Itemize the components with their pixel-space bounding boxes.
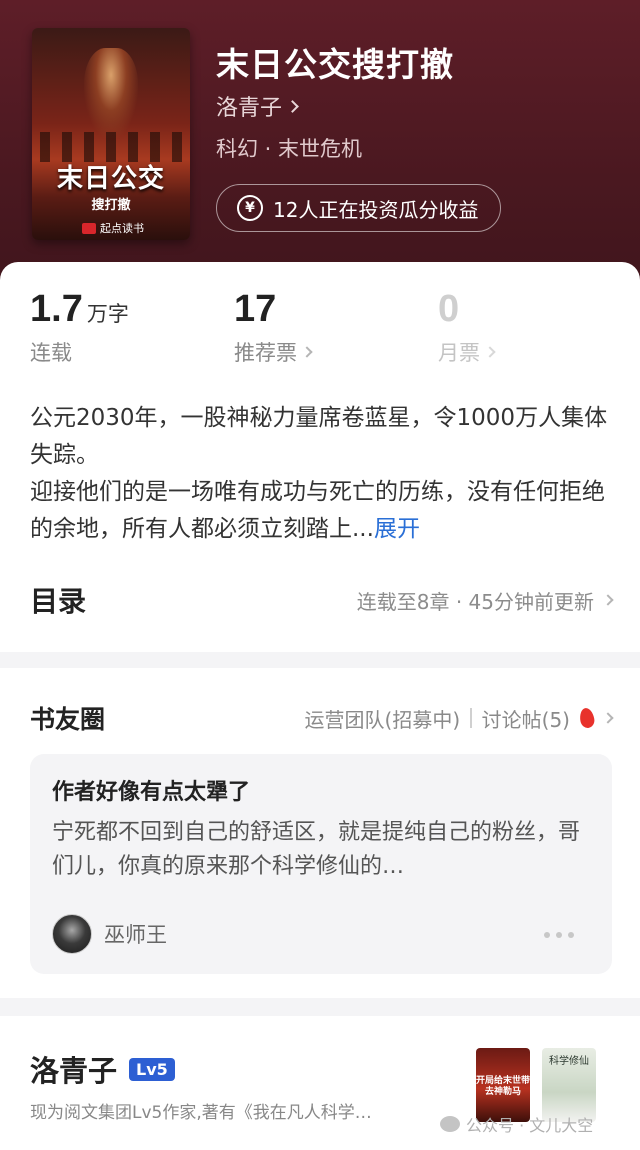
book-detail-page: 末日公交 搜打撤 起点读书 末日公交搜打撤 洛青子 科幻 · 末世危机 ¥ 12…	[0, 0, 640, 1150]
level-badge: Lv5	[129, 1057, 175, 1081]
avatar	[52, 914, 92, 954]
yen-icon: ¥	[237, 195, 263, 221]
work-cover-1-title: 开局给末世带去神勒马	[476, 1076, 531, 1097]
synopsis[interactable]: 公元2030年，一股神秘力量席卷蓝星，令1000万人集体失踪。 迎接他们的是一场…	[30, 400, 610, 548]
book-cover[interactable]: 末日公交 搜打撤 起点读书	[32, 28, 190, 240]
cover-publisher: 起点读书	[82, 220, 144, 236]
author-link[interactable]: 洛青子	[216, 90, 299, 122]
publisher-logo-icon	[82, 222, 96, 234]
toc-info: 连载至8章 · 45分钟前更新	[356, 589, 594, 614]
book-circle-card: 书友圈 运营团队(招募中) 讨论帖(5) 作者好像有点太犟了 宁死都不回到自己的…	[0, 668, 640, 998]
stat-monthly-value: 0	[438, 288, 460, 330]
wechat-icon	[440, 1116, 460, 1132]
cover-art-figure	[84, 48, 138, 138]
author-desc: 现为阅文集团Lv5作家,著有《我在凡人科学…	[30, 1103, 372, 1123]
book-header: 末日公交 搜打撤 起点读书 末日公交搜打撤 洛青子 科幻 · 末世危机 ¥ 12…	[0, 0, 640, 300]
cover-publisher-label: 起点读书	[100, 222, 144, 235]
discussion-post[interactable]: 作者好像有点太犟了 宁死都不回到自己的舒适区，就是提纯自己的粉丝，哥们儿，你真的…	[30, 754, 612, 974]
chevron-right-icon	[602, 594, 614, 606]
ops-team-link[interactable]: 运营团队(招募中)	[305, 704, 461, 733]
chevron-right-icon	[286, 99, 299, 113]
synopsis-line-1: 公元2030年，一股神秘力量席卷蓝星，令1000万人集体失踪。	[30, 405, 608, 468]
stat-monthly-label: 月票	[438, 341, 480, 365]
work-cover-2-title: 科学修仙	[549, 1056, 589, 1067]
expand-link[interactable]: 展开	[374, 516, 420, 542]
toc-title: 目录	[30, 585, 87, 618]
post-title: 作者好像有点太犟了	[52, 780, 251, 805]
watermark: 公众号 · 文儿大空	[440, 1112, 593, 1136]
stat-word-count-unit: 万字	[86, 302, 129, 326]
author-card-header: 洛青子 Lv5	[30, 1048, 175, 1090]
stat-recommend[interactable]: 17 推荐票	[234, 288, 313, 367]
post-user[interactable]: 巫师王	[52, 914, 167, 954]
divider	[470, 708, 472, 728]
author-works: 开局给末世带去神勒马 科学修仙	[476, 1048, 596, 1122]
author-name: 洛青子	[216, 96, 283, 121]
table-of-contents-row[interactable]: 目录 连载至8章 · 45分钟前更新	[30, 580, 614, 620]
stat-recommend-value: 17	[234, 288, 277, 330]
invest-label: 12人正在投资瓜分收益	[273, 197, 479, 222]
book-title: 末日公交搜打撤	[216, 45, 454, 84]
invest-button[interactable]: ¥ 12人正在投资瓜分收益	[216, 184, 502, 232]
book-genre[interactable]: 科幻 · 末世危机	[216, 133, 362, 163]
stat-word-count-value: 1.7	[30, 288, 83, 330]
book-info-card: 1.7 万字 连载 17 推荐票 0 月票 公元2030年，一股神秘力量席卷蓝星，…	[0, 262, 640, 652]
synopsis-line-2: 迎接他们的是一场唯有成功与死亡的历练，没有任何拒绝的余地，所有人都必须立刻踏上.…	[30, 479, 605, 542]
cover-subtitle: 搜打撤	[91, 198, 131, 213]
chevron-right-icon	[301, 346, 313, 358]
author-card-name: 洛青子	[30, 1054, 118, 1088]
chevron-right-icon[interactable]	[602, 712, 614, 724]
cover-title: 末日公交	[56, 164, 165, 194]
post-body: 宁死都不回到自己的舒适区，就是提纯自己的粉丝，哥们儿，你真的原来那个科学修仙的…	[52, 820, 581, 879]
book-circle-header: 书友圈 运营团队(招募中) 讨论帖(5)	[30, 700, 614, 736]
stat-word-count-label: 连载	[30, 341, 72, 365]
stat-monthly[interactable]: 0 月票	[438, 288, 496, 367]
work-cover-2[interactable]: 科学修仙	[542, 1048, 596, 1122]
stat-word-count: 1.7 万字 连载	[30, 288, 129, 367]
book-circle-title: 书友圈	[30, 705, 106, 734]
discussions-link[interactable]: 讨论帖(5)	[482, 704, 570, 733]
work-cover-1[interactable]: 开局给末世带去神勒马	[476, 1048, 530, 1122]
post-username: 巫师王	[104, 923, 167, 947]
chevron-right-icon	[484, 346, 496, 358]
watermark-text: 公众号 · 文儿大空	[466, 1116, 594, 1135]
carousel-dots	[544, 932, 574, 938]
stat-recommend-label: 推荐票	[234, 341, 297, 365]
fire-icon	[578, 706, 596, 730]
